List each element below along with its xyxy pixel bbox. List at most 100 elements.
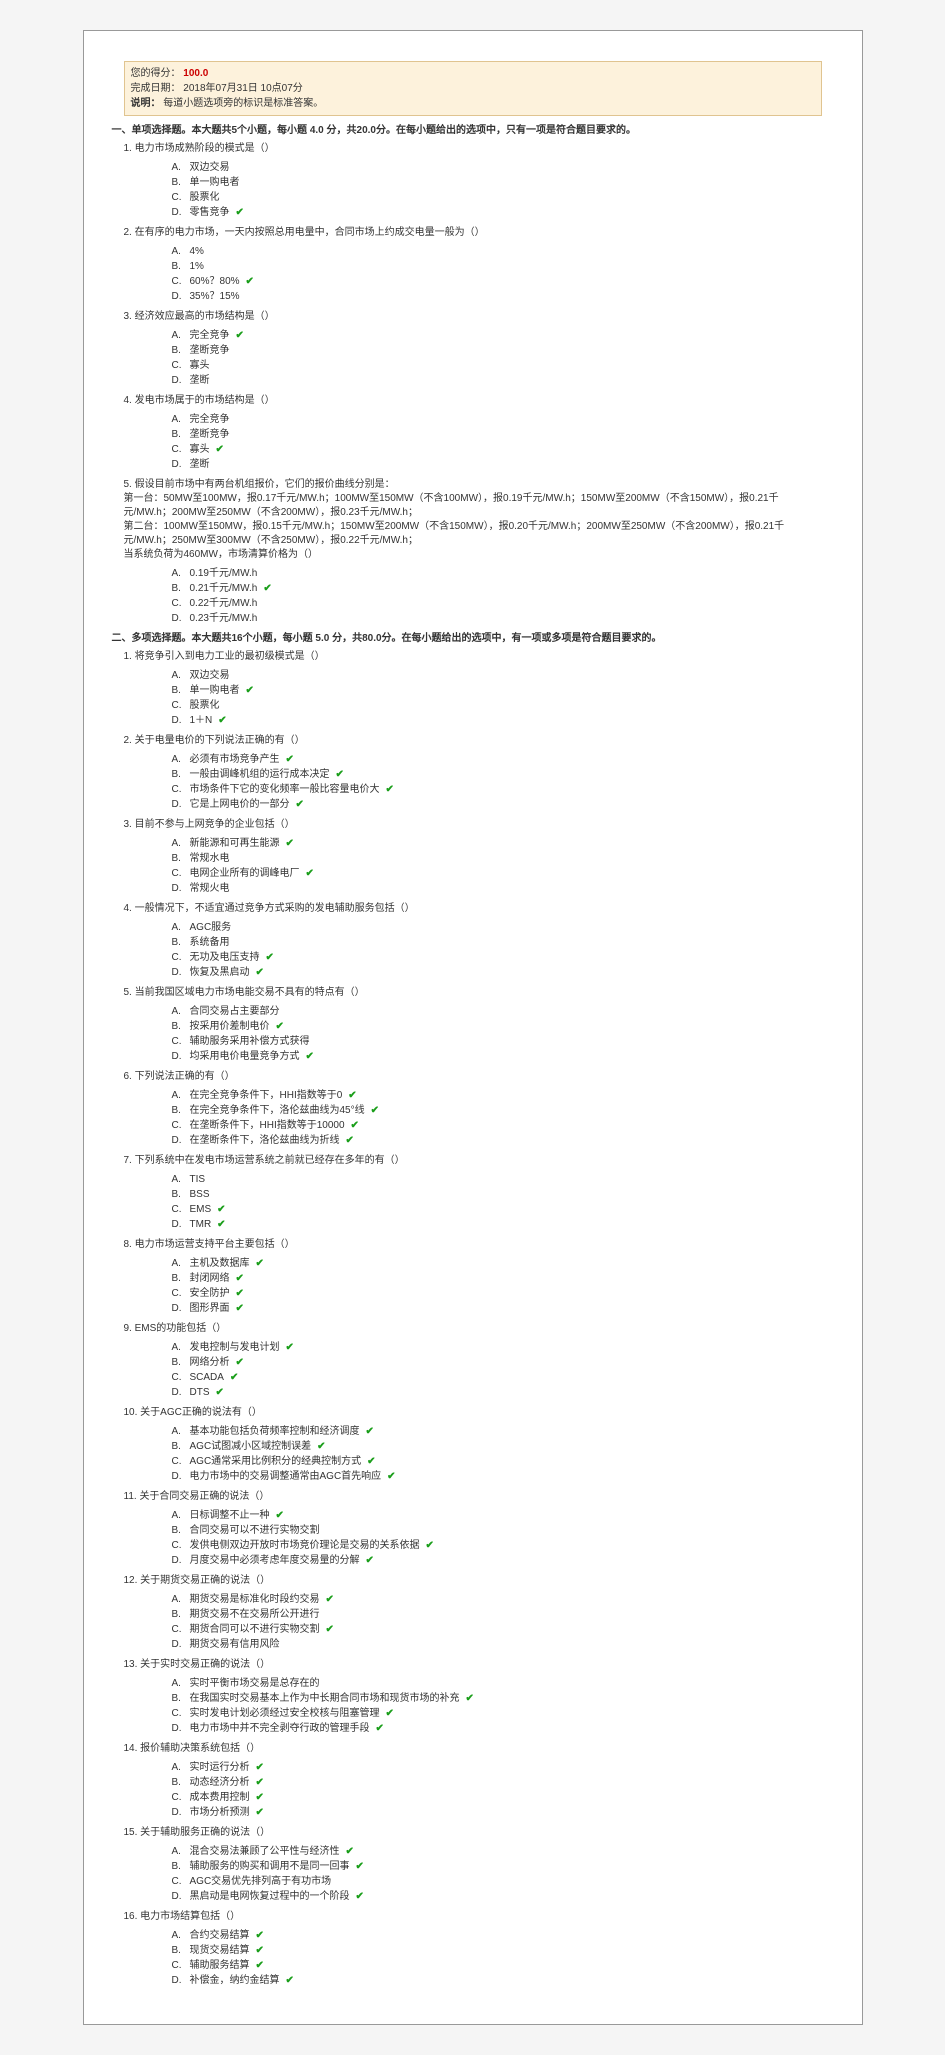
option-row: D.TMR✔: [172, 1217, 822, 1232]
option-row: C.市场条件下它的变化频率一般比容量电价大✔: [172, 782, 822, 797]
check-icon: ✔: [256, 1930, 264, 1941]
option-text: SCADA: [190, 1372, 224, 1383]
option-text: 系统备用: [190, 937, 230, 948]
q5-line2: 第二台：100MW至150MW，报0.15千元/MW.h；150MW至200MW…: [124, 520, 822, 548]
check-icon: ✔: [286, 1342, 294, 1353]
check-icon: ✔: [387, 1471, 395, 1482]
option-row: C.在垄断条件下，HHI指数等于10000✔: [172, 1118, 822, 1133]
option-text: 一般由调峰机组的运行成本决定: [190, 769, 330, 780]
option-text: 发电控制与发电计划: [190, 1342, 280, 1353]
option-text: 常规火电: [190, 883, 230, 894]
option-letter: D.: [172, 797, 190, 812]
check-icon: ✔: [217, 1204, 225, 1215]
option-text: 寡头: [190, 360, 210, 371]
check-icon: ✔: [286, 754, 294, 765]
option-row: B.在完全竞争条件下，洛伦兹曲线为45°线✔: [172, 1103, 822, 1118]
option-letter: C.: [172, 1118, 190, 1133]
option-letter: D.: [172, 373, 190, 388]
q5-line3: 当系统负荷为460MW，市场清算价格为（）: [124, 548, 822, 562]
option-text: 电网企业所有的调峰电厂: [190, 868, 300, 879]
check-icon: ✔: [256, 1960, 264, 1971]
option-letter: C.: [172, 1202, 190, 1217]
option-row: C.无功及电压支持✔: [172, 950, 822, 965]
option-text: 0.22千元/MW.h: [190, 598, 258, 609]
option-letter: D.: [172, 1973, 190, 1988]
option-row: A.双边交易: [172, 160, 822, 175]
option-text: 4%: [190, 246, 204, 257]
option-row: D.1＋N✔: [172, 713, 822, 728]
check-icon: ✔: [256, 1762, 264, 1773]
option-letter: C.: [172, 866, 190, 881]
option-text: 辅助服务的购买和调用不是同一回事: [190, 1861, 350, 1872]
option-row: A.在完全竞争条件下，HHI指数等于0✔: [172, 1088, 822, 1103]
option-row: C.安全防护✔: [172, 1286, 822, 1301]
option-text: 在完全竞争条件下，HHI指数等于0: [190, 1090, 343, 1101]
option-row: A.新能源和可再生能源✔: [172, 836, 822, 851]
s2q8-options: A.主机及数据库✔B.封闭网络✔C.安全防护✔D.图形界面✔: [172, 1256, 822, 1316]
option-row: D.零售竞争✔: [172, 205, 822, 220]
option-letter: C.: [172, 1454, 190, 1469]
check-icon: ✔: [246, 685, 254, 696]
option-letter: B.: [172, 1103, 190, 1118]
option-row: B.垄断竞争: [172, 427, 822, 442]
s2q5-options: A.合同交易占主要部分B.按采用价差制电价✔C.辅助服务采用补偿方式获得D.均采…: [172, 1004, 822, 1064]
option-letter: C.: [172, 1286, 190, 1301]
option-text: 单一购电者: [190, 685, 240, 696]
option-row: D.垄断: [172, 457, 822, 472]
option-row: C.股票化: [172, 698, 822, 713]
option-text: 期货交易有信用风险: [190, 1639, 280, 1650]
option-letter: A.: [172, 1760, 190, 1775]
option-text: 主机及数据库: [190, 1258, 250, 1269]
s2q12-text: 12. 关于期货交易正确的说法（）: [124, 1574, 822, 1588]
s2q15-options: A.混合交易法兼顾了公平性与经济性✔B.辅助服务的购买和调用不是同一回事✔C.A…: [172, 1844, 822, 1904]
option-row: A.4%: [172, 244, 822, 259]
option-letter: D.: [172, 1637, 190, 1652]
option-row: D.0.23千元/MW.h: [172, 611, 822, 626]
option-row: C.股票化: [172, 190, 822, 205]
option-letter: B.: [172, 683, 190, 698]
check-icon: ✔: [236, 330, 244, 341]
s2q6-options: A.在完全竞争条件下，HHI指数等于0✔B.在完全竞争条件下，洛伦兹曲线为45°…: [172, 1088, 822, 1148]
option-text: 辅助服务采用补偿方式获得: [190, 1036, 310, 1047]
score-value: 100.0: [183, 68, 208, 79]
option-text: BSS: [190, 1189, 210, 1200]
option-row: A.双边交易: [172, 668, 822, 683]
option-text: 发供电侧双边开放时市场竞价理论是交易的关系依据: [190, 1540, 420, 1551]
option-letter: C.: [172, 1790, 190, 1805]
option-row: B.在我国实时交易基本上作为中长期合同市场和现货市场的补充✔: [172, 1691, 822, 1706]
option-text: 网络分析: [190, 1357, 230, 1368]
option-letter: A.: [172, 1508, 190, 1523]
s2q4-options: A.AGC服务B.系统备用C.无功及电压支持✔D.恢复及黑启动✔: [172, 920, 822, 980]
option-row: A.完全竞争✔: [172, 328, 822, 343]
q3-options: A.完全竞争✔B.垄断竞争C.寡头D.垄断: [172, 328, 822, 388]
option-text: 股票化: [190, 700, 220, 711]
option-letter: A.: [172, 328, 190, 343]
option-text: 在垄断条件下，洛伦兹曲线为折线: [190, 1135, 340, 1146]
option-text: 补偿金，纳约金结算: [190, 1975, 280, 1986]
option-row: B.按采用价差制电价✔: [172, 1019, 822, 1034]
check-icon: ✔: [276, 1510, 284, 1521]
option-text: 寡头: [190, 444, 210, 455]
check-icon: ✔: [256, 1945, 264, 1956]
check-icon: ✔: [346, 1135, 354, 1146]
check-icon: ✔: [386, 784, 394, 795]
option-row: D.DTS✔: [172, 1385, 822, 1400]
option-row: D.期货交易有信用风险: [172, 1637, 822, 1652]
option-row: A.实时平衡市场交易是总存在的: [172, 1676, 822, 1691]
option-letter: A.: [172, 566, 190, 581]
option-row: A.必须有市场竞争产生✔: [172, 752, 822, 767]
option-letter: D.: [172, 1217, 190, 1232]
option-letter: C.: [172, 442, 190, 457]
check-icon: ✔: [246, 276, 254, 287]
option-text: 垄断: [190, 375, 210, 386]
option-letter: D.: [172, 1469, 190, 1484]
document-page: 您的得分： 100.0 完成日期： 2018年07月31日 10点07分 说明：…: [83, 30, 863, 2025]
option-letter: B.: [172, 1691, 190, 1706]
option-text: 在垄断条件下，HHI指数等于10000: [190, 1120, 345, 1131]
s2q13-text: 13. 关于实时交易正确的说法（）: [124, 1658, 822, 1672]
option-text: 期货交易不在交易所公开进行: [190, 1609, 320, 1620]
option-text: AGC试图减小区域控制误差: [190, 1441, 312, 1452]
option-letter: C.: [172, 358, 190, 373]
option-row: B.辅助服务的购买和调用不是同一回事✔: [172, 1859, 822, 1874]
option-text: 35%？15%: [190, 291, 240, 302]
